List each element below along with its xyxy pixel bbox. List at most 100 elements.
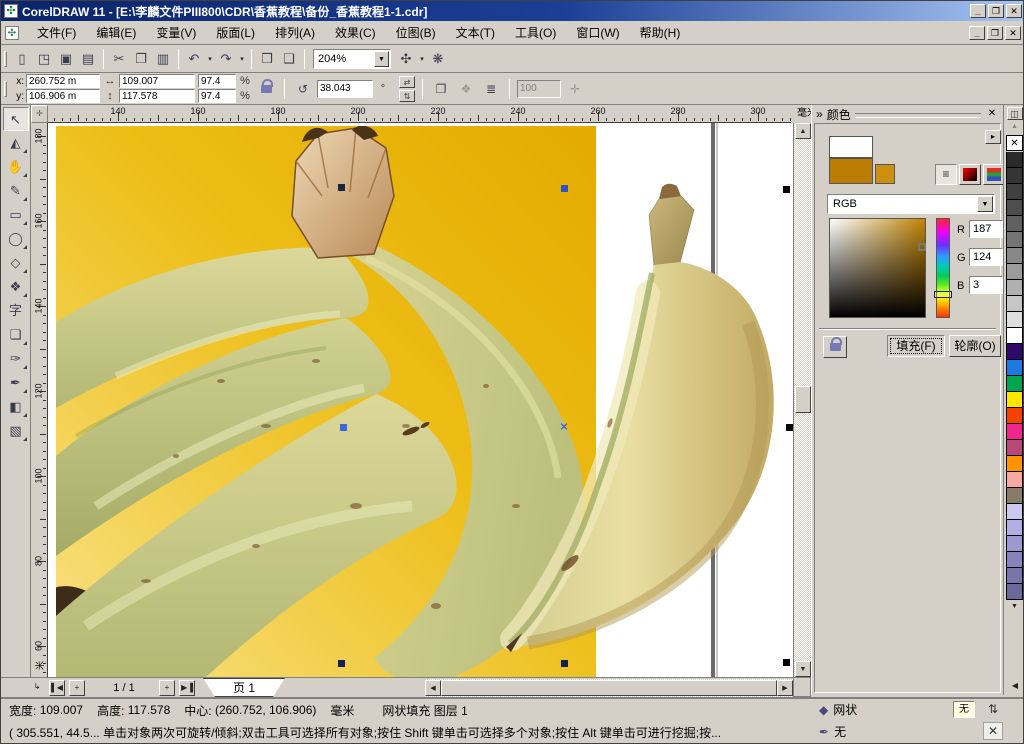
palette-expand-icon[interactable]: ◀ bbox=[1007, 679, 1023, 693]
application-launcher-button[interactable]: ✣ bbox=[395, 48, 417, 70]
undo-dropdown-icon[interactable]: ▾ bbox=[205, 55, 215, 63]
add-page-after-button[interactable]: + bbox=[159, 680, 175, 696]
palette-swatch[interactable] bbox=[1006, 328, 1023, 344]
palette-swatch[interactable] bbox=[1006, 440, 1023, 456]
redo-button[interactable]: ↷ bbox=[215, 48, 237, 70]
menu-layout[interactable]: 版面(L) bbox=[206, 22, 265, 43]
palette-swatch[interactable] bbox=[1006, 424, 1023, 440]
doc-minimize-button[interactable]: _ bbox=[969, 26, 985, 40]
vertical-scroll-thumb[interactable] bbox=[795, 386, 811, 413]
r-value-field[interactable] bbox=[969, 220, 1003, 238]
page-tab[interactable]: 页 1 bbox=[203, 678, 285, 697]
palette-swatch[interactable] bbox=[1006, 520, 1023, 536]
zoom-hand-tool[interactable]: ✋ bbox=[3, 155, 29, 179]
selection-handle[interactable] bbox=[338, 184, 345, 191]
palette-menu-icon[interactable]: ◫ bbox=[1007, 107, 1023, 120]
combine-button[interactable]: ❐ bbox=[430, 78, 452, 100]
corel-online-button[interactable]: ❋ bbox=[427, 48, 449, 70]
fill-tool[interactable]: ◧ bbox=[3, 395, 29, 419]
object-height-field[interactable] bbox=[119, 89, 195, 103]
color-palettes-button[interactable] bbox=[983, 164, 1005, 185]
palette-swatch[interactable] bbox=[1006, 376, 1023, 392]
basic-shapes-tool[interactable]: ❖ bbox=[3, 275, 29, 299]
paste-button[interactable]: ▥ bbox=[152, 48, 174, 70]
horizontal-scroll-thumb[interactable] bbox=[441, 680, 777, 696]
lock-ratio-button[interactable] bbox=[255, 78, 277, 100]
property-bar-grip[interactable] bbox=[4, 81, 7, 97]
selection-handle[interactable] bbox=[783, 659, 790, 666]
new-document-button[interactable]: ▯ bbox=[11, 48, 33, 70]
horizontal-scrollbar[interactable]: ◀ ▶ bbox=[425, 679, 793, 697]
menu-view[interactable]: 变量(V) bbox=[146, 22, 206, 43]
palette-swatch[interactable] bbox=[1006, 280, 1023, 296]
object-width-field[interactable] bbox=[119, 74, 195, 88]
last-page-button[interactable]: ▶▐ bbox=[179, 680, 195, 696]
first-page-button[interactable]: ▌◀ bbox=[49, 680, 65, 696]
redo-dropdown-icon[interactable]: ▾ bbox=[237, 55, 247, 63]
rotation-angle-field[interactable] bbox=[317, 80, 373, 98]
g-value-field[interactable] bbox=[969, 248, 1003, 266]
palette-swatch[interactable] bbox=[1006, 472, 1023, 488]
add-page-before-button[interactable]: + bbox=[69, 680, 85, 696]
minimize-button[interactable]: _ bbox=[970, 4, 986, 18]
palette-swatch[interactable] bbox=[1006, 456, 1023, 472]
outline-tool[interactable]: ✒ bbox=[3, 371, 29, 395]
palette-swatch[interactable] bbox=[1006, 296, 1023, 312]
freehand-tool[interactable]: ✎ bbox=[3, 179, 29, 203]
text-tool[interactable]: 字 bbox=[3, 299, 29, 323]
palette-swatch[interactable] bbox=[1006, 264, 1023, 280]
palette-swatch[interactable] bbox=[1006, 200, 1023, 216]
toolbar-grip[interactable] bbox=[4, 51, 7, 67]
palette-swatch[interactable] bbox=[1006, 248, 1023, 264]
zoom-level-combo[interactable]: 204% ▼ bbox=[313, 49, 391, 69]
palette-swatch[interactable] bbox=[1006, 312, 1023, 328]
interactive-blend-tool[interactable]: ❏ bbox=[3, 323, 29, 347]
scroll-left-icon[interactable]: ◀ bbox=[425, 680, 441, 696]
export-button[interactable]: ❑ bbox=[278, 48, 300, 70]
selection-handle[interactable] bbox=[340, 424, 347, 431]
docker-flyout-icon[interactable]: ▸ bbox=[985, 130, 1001, 144]
copy-button[interactable]: ❐ bbox=[130, 48, 152, 70]
undo-button[interactable]: ↶ bbox=[183, 48, 205, 70]
color-lock-button[interactable] bbox=[823, 336, 847, 358]
selection-handle[interactable] bbox=[561, 185, 568, 192]
pick-tool[interactable]: ↖ bbox=[3, 107, 29, 131]
no-color-swatch[interactable]: ✕ bbox=[1006, 135, 1023, 151]
no-outline-icon[interactable]: ✕ bbox=[983, 722, 1003, 740]
shape-tool[interactable]: ◭ bbox=[3, 131, 29, 155]
drawing-canvas[interactable]: ✕ bbox=[48, 123, 793, 677]
mirror-vertical-button[interactable]: ⇅ bbox=[399, 90, 415, 102]
apply-outline-button[interactable]: 轮廓(O) bbox=[949, 335, 1001, 357]
import-button[interactable]: ❒ bbox=[256, 48, 278, 70]
apply-fill-button[interactable]: 填充(F) bbox=[887, 335, 945, 357]
menu-window[interactable]: 窗口(W) bbox=[566, 22, 629, 43]
selection-handle[interactable] bbox=[786, 424, 793, 431]
palette-swatch[interactable] bbox=[1006, 536, 1023, 552]
flyout-icon[interactable]: ↳ bbox=[29, 680, 45, 696]
palette-swatch[interactable] bbox=[1006, 408, 1023, 424]
b-value-field[interactable] bbox=[969, 276, 1003, 294]
palette-swatch[interactable] bbox=[1006, 360, 1023, 376]
eyedropper-tool[interactable]: ✑ bbox=[3, 347, 29, 371]
menu-help[interactable]: 帮助(H) bbox=[630, 22, 691, 43]
palette-swatch[interactable] bbox=[1006, 552, 1023, 568]
ruler-origin-button[interactable]: ✛ bbox=[31, 105, 48, 123]
color-field[interactable] bbox=[829, 218, 926, 318]
chevron-down-icon[interactable]: ▼ bbox=[977, 196, 993, 212]
menu-text[interactable]: 文本(T) bbox=[446, 22, 505, 43]
doc-close-button[interactable]: ✕ bbox=[1005, 26, 1021, 40]
color-viewers-button[interactable] bbox=[959, 164, 981, 185]
chevron-down-icon[interactable]: ▼ bbox=[374, 51, 389, 67]
palette-swatch[interactable] bbox=[1006, 168, 1023, 184]
docker-grip[interactable] bbox=[855, 113, 981, 118]
open-button[interactable]: ◳ bbox=[33, 48, 55, 70]
horizontal-ruler[interactable]: 140160180200220240260280300 bbox=[48, 105, 793, 123]
y-position-field[interactable] bbox=[26, 89, 100, 103]
selection-handle[interactable] bbox=[338, 660, 345, 667]
fill-swatch-none[interactable]: 无 bbox=[953, 701, 975, 718]
ellipse-tool[interactable]: ◯ bbox=[3, 227, 29, 251]
scroll-down-icon[interactable]: ▼ bbox=[795, 661, 811, 677]
rectangle-tool[interactable]: ▭ bbox=[3, 203, 29, 227]
palette-swatch[interactable] bbox=[1006, 488, 1023, 504]
restore-button[interactable]: ❐ bbox=[988, 4, 1004, 18]
